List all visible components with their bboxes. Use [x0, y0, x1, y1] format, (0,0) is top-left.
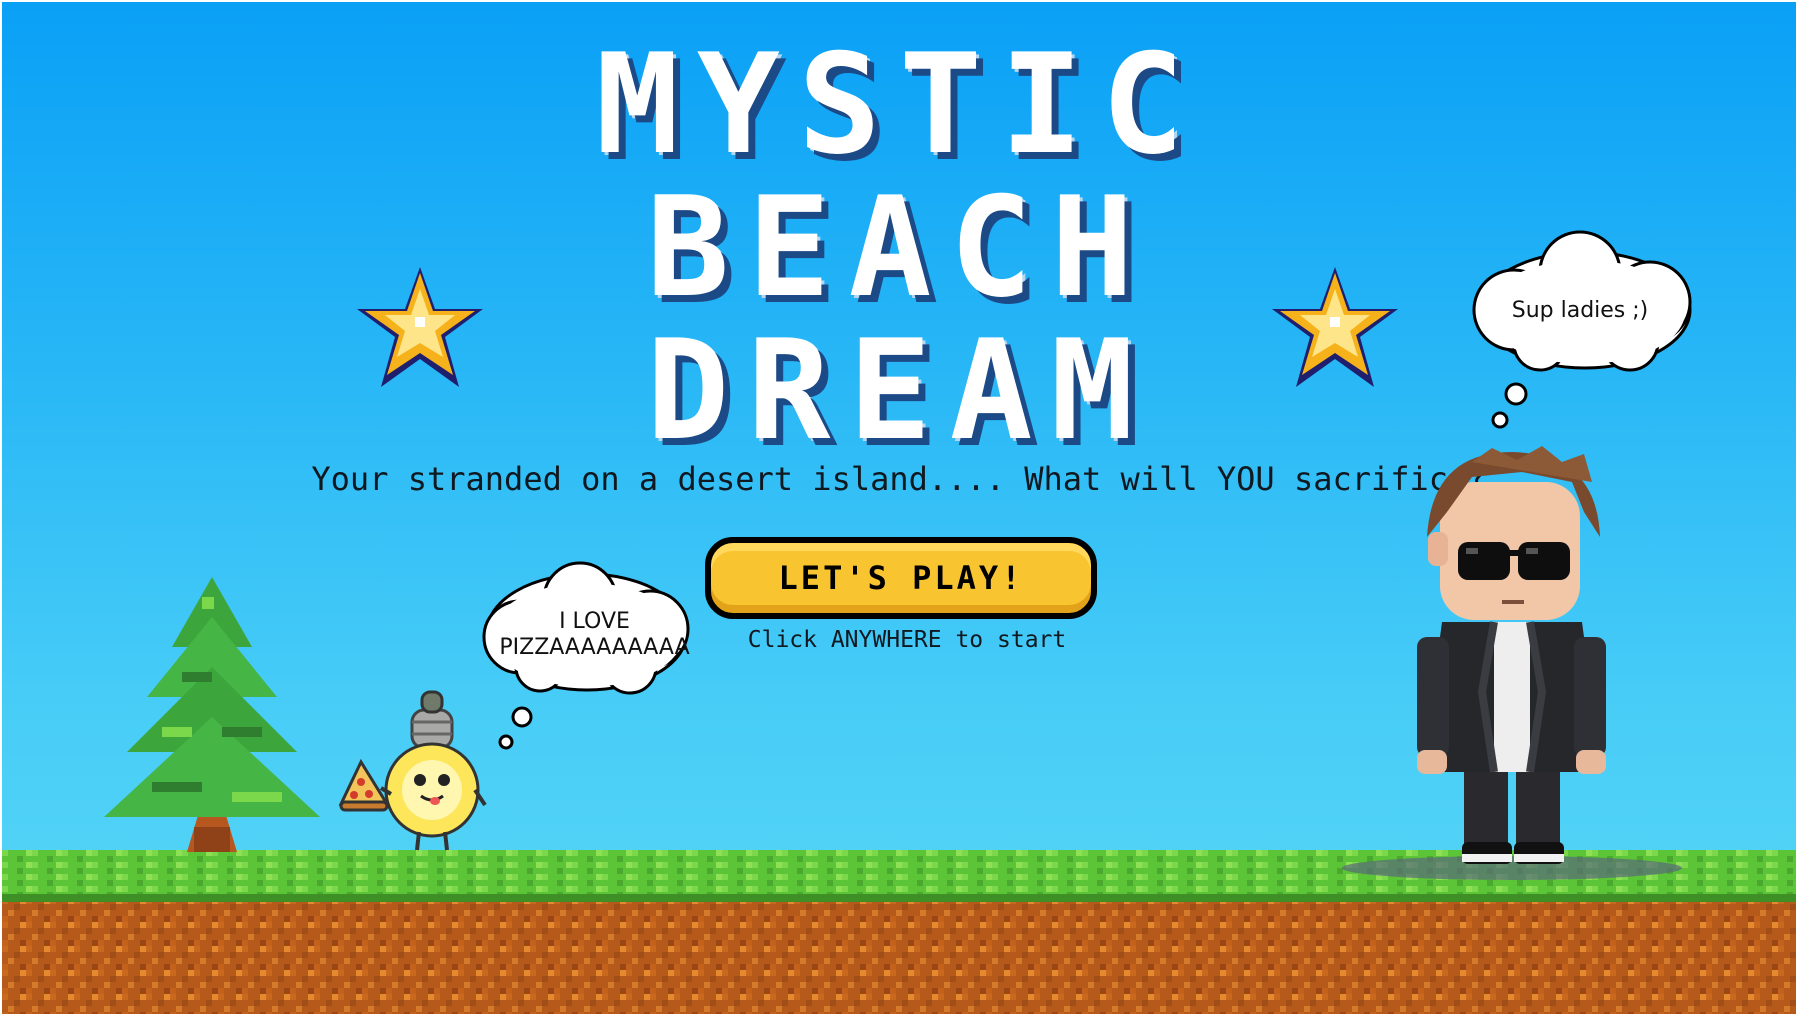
- title-line-1: MYSTIC: [595, 24, 1203, 185]
- bulb-thought-line-1: I LOVE: [559, 609, 630, 634]
- pizza-slice-icon: [338, 758, 390, 812]
- pine-tree: [104, 577, 320, 852]
- lightbulb-character: [379, 690, 487, 851]
- star-icon-right: [1272, 267, 1398, 387]
- guy-thought-text: Sup ladies ;): [1511, 298, 1649, 323]
- bulb-thought-text: I LOVE PIZZAAAAAAAAA: [492, 609, 697, 661]
- start-screen[interactable]: MYSTIC BEACH DREAM Your stranded on a de…: [2, 2, 1796, 1014]
- thought-cloud-guy: [1472, 230, 1692, 429]
- bulb-thought-line-2: PIZZAAAAAAAAA: [499, 635, 690, 660]
- sunglasses-guy-character: [1342, 446, 1682, 880]
- star-icon-left: [357, 267, 483, 387]
- lets-play-button[interactable]: LET'S PLAY!: [705, 537, 1097, 619]
